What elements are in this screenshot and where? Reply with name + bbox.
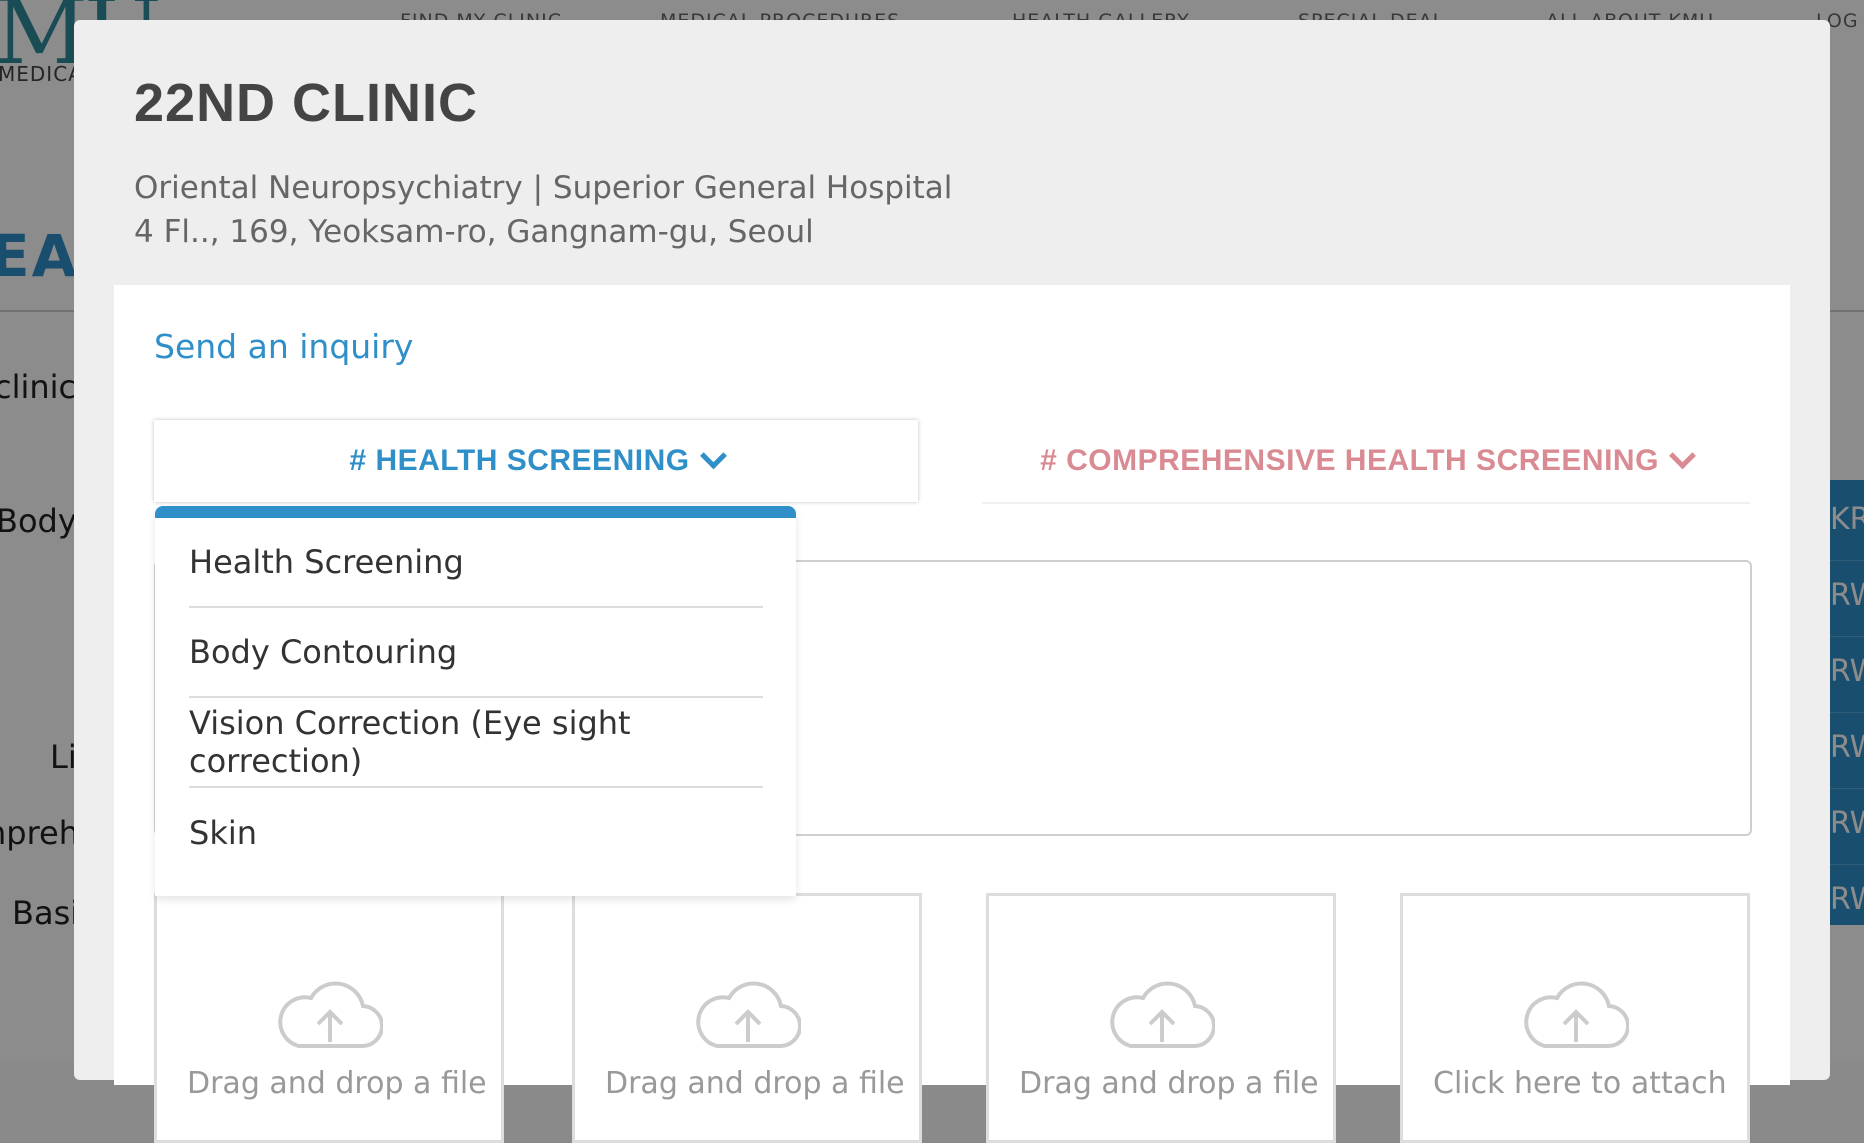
clinic-specialty: Oriental Neuropsychiatry | Superior Gene… [134, 170, 953, 206]
cloud-upload-icon [696, 981, 801, 1049]
tab-comprehensive-health-screening[interactable]: # COMPREHENSIVE HEALTH SCREENING [982, 420, 1750, 504]
upload-label: Drag and drop a file [1019, 1066, 1319, 1101]
category-dropdown-menu: Health Screening Body Contouring Vision … [155, 506, 796, 896]
dropdown-item-health-screening[interactable]: Health Screening [189, 518, 763, 608]
upload-box[interactable]: Drag and drop a file [986, 893, 1336, 1143]
dropdown-item-vision-correction[interactable]: Vision Correction (Eye sight correction) [189, 698, 763, 788]
upload-label: Drag and drop a file [605, 1066, 905, 1101]
clinic-address: 4 Fl.., 169, Yeoksam-ro, Gangnam-gu, Seo… [134, 214, 814, 250]
upload-label: Click here to attach [1433, 1066, 1727, 1101]
dropdown-item-body-contouring[interactable]: Body Contouring [189, 608, 763, 698]
send-inquiry-link[interactable]: Send an inquiry [154, 327, 413, 366]
dropdown-item-skin[interactable]: Skin [189, 788, 763, 878]
upload-box[interactable]: Drag and drop a file [154, 893, 504, 1143]
upload-box[interactable]: Drag and drop a file [572, 893, 922, 1143]
upload-box[interactable]: Click here to attach [1400, 893, 1750, 1143]
chevron-down-icon [699, 441, 727, 469]
clinic-name: 22ND CLINIC [134, 73, 479, 133]
chevron-down-icon [1668, 441, 1696, 469]
upload-label: Drag and drop a file [187, 1066, 487, 1101]
clinic-meta: Oriental Neuropsychiatry | Superior Gene… [134, 166, 952, 254]
cloud-upload-icon [278, 981, 383, 1049]
cloud-upload-icon [1524, 981, 1629, 1049]
tab-label: # COMPREHENSIVE HEALTH SCREENING [1040, 444, 1659, 477]
tab-label: # HEALTH SCREENING [349, 444, 690, 477]
tab-health-screening[interactable]: # HEALTH SCREENING [154, 420, 918, 502]
cloud-upload-icon [1110, 981, 1215, 1049]
